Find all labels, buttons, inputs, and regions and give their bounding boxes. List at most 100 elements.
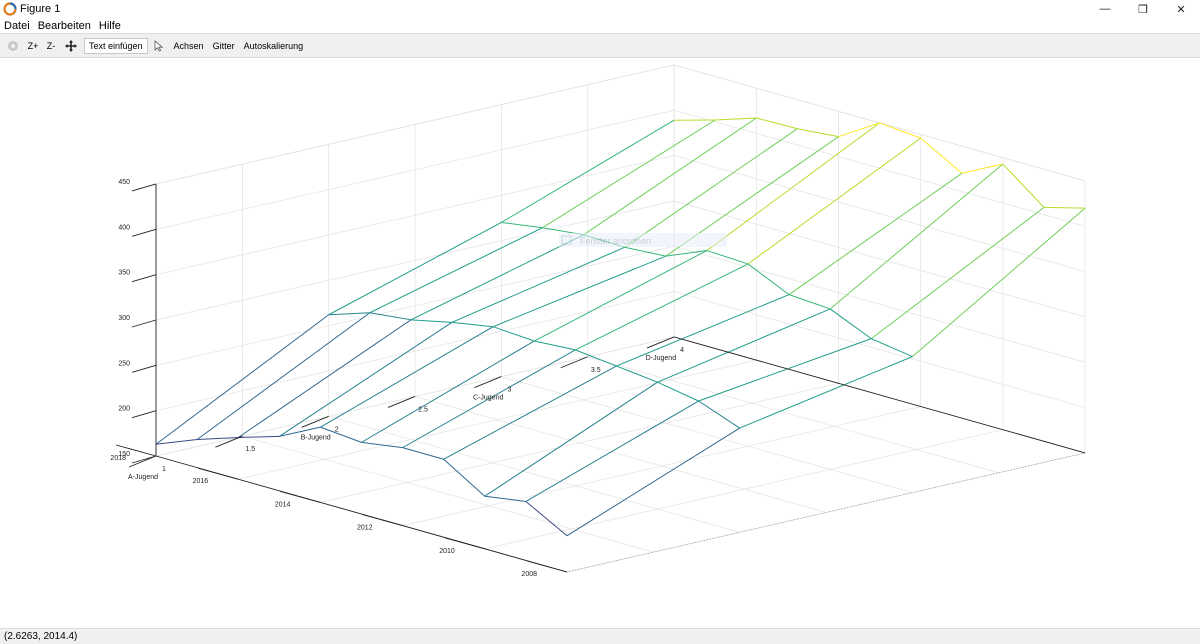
z-tick [131,274,157,283]
surface-mesh-line [501,221,543,229]
surface-mesh-line [657,381,699,402]
surface-mesh-line [328,312,370,316]
x-tick-label: 3 [507,387,511,394]
grid-line-side-wall [674,155,1086,272]
surface-mesh-line [715,117,757,121]
surface-mesh-line [492,326,535,342]
surface-plot[interactable]: 1502002503003504004502008201020122014201… [0,58,1200,628]
grid-line-floor [484,429,1003,550]
surface-mesh-line [624,128,798,248]
surface-mesh-line [443,365,617,460]
surface-mesh-line [410,234,584,321]
surface-mesh-line [451,321,494,328]
y-tick-label: 2010 [439,548,455,555]
menu-datei[interactable]: Datei [0,20,34,32]
surface-mesh-line [451,246,625,323]
axes-button[interactable]: Achsen [174,37,204,55]
surface-mesh-line [829,308,872,340]
z-tick-label: 350 [118,270,130,277]
z-tick-label: 450 [118,179,130,186]
z-tick [131,228,157,237]
surface-mesh-line [698,400,740,429]
zoom-out-button[interactable]: Z- [42,37,60,55]
minimize-button[interactable]: — [1086,0,1124,18]
grid-line-floor [328,415,740,533]
x-category-label: D-Jugend [646,355,676,362]
x-tick-label: 2 [335,426,339,433]
minimize-icon: — [1099,3,1111,15]
surface-mesh-line [443,458,486,497]
surface-mesh-line [237,319,412,438]
y-tick-label: 2016 [193,478,209,485]
menu-hilfe[interactable]: Hilfe [95,20,125,32]
x-axis-back-line [673,336,1086,454]
surface-mesh-line [402,447,444,460]
grid-line-floor [242,435,654,553]
z-tick-label: 300 [118,315,130,322]
status-bar: (2.6263, 2014.4) [0,628,1200,644]
z-tick-label: 400 [118,224,130,231]
surface-mesh-line [616,294,790,367]
surface-mesh-line [788,294,831,310]
y-tick-label: 2014 [275,501,291,508]
title-bar: Figure 1 — ❐ ✕ [0,0,1200,18]
figure-toolbar: Z+ Z- Text einfügen Achsen Gitter Autosk… [0,33,1200,58]
surface-mesh-line [838,122,880,138]
rotate-icon [8,40,18,51]
select-arrow-icon [154,39,163,52]
surface-mesh-line [279,321,453,437]
snap-overlay-text: Fenster anordnen [580,236,651,246]
select-button[interactable] [148,37,170,55]
surface-mesh-line [657,308,831,383]
surface-mesh-line [369,227,543,314]
surface-mesh-line [320,326,494,428]
surface-mesh-line [583,117,757,236]
x-tick [128,455,157,468]
grid-line-floor [501,376,913,493]
z-tick [131,183,157,192]
text-insert-label: Text einfügen [84,37,148,54]
restore-button[interactable]: ❐ [1124,0,1162,18]
rotate-button[interactable] [2,37,24,55]
surface-mesh-line [871,338,913,358]
autoscale-button[interactable]: Autoskalierung [244,37,304,55]
surface-mesh-line [698,338,872,402]
menu-bearbeiten[interactable]: Bearbeiten [34,20,95,32]
grid-button[interactable]: Gitter [213,37,235,55]
surface-mesh-line [1043,206,1086,209]
z-tick-label: 200 [118,406,130,413]
grid-line-floor [566,452,1086,573]
text-insert-button[interactable]: Text einfügen [84,37,148,55]
surface-mesh-line [879,122,921,139]
grid-line-side-wall [674,291,1086,408]
grid-line-floor [402,406,921,526]
close-button[interactable]: ✕ [1162,0,1200,18]
pan-button[interactable] [60,37,82,55]
zoom-in-button[interactable]: Z+ [24,37,42,55]
pan-icon [65,39,77,52]
x-category-label: C-Jugend [473,395,503,402]
grid-line-side-wall [674,200,1086,318]
cursor-coordinates: (2.6263, 2014.4) [4,631,78,642]
z-tick [131,364,157,373]
x-category-label: B-Jugend [301,434,331,441]
octave-app-icon [3,2,17,16]
surface-mesh-line [1002,163,1045,208]
surface-mesh-line [484,381,658,497]
grid-line-side-wall [674,245,1086,363]
surface-mesh-line [739,356,913,429]
grid-line-floor [587,356,999,474]
surface-mesh-line [624,246,666,257]
z-tick-label: 250 [118,360,130,367]
y-tick-label: 2018 [110,455,126,462]
surface-mesh-line [369,312,411,321]
surface-mesh-line [575,263,749,351]
surface-mesh-line [756,117,798,130]
plot-area[interactable]: 150 200 250 300 350 400 450 2008 2010 2012 2014 201… [0,58,1200,628]
surface-mesh-line [797,128,839,138]
y-tick-label: 2008 [521,571,537,578]
x-tick-label: 4 [680,347,684,354]
surface-mesh-line [410,319,453,323]
surface-mesh-line [534,340,576,351]
close-icon: ✕ [1176,3,1186,16]
